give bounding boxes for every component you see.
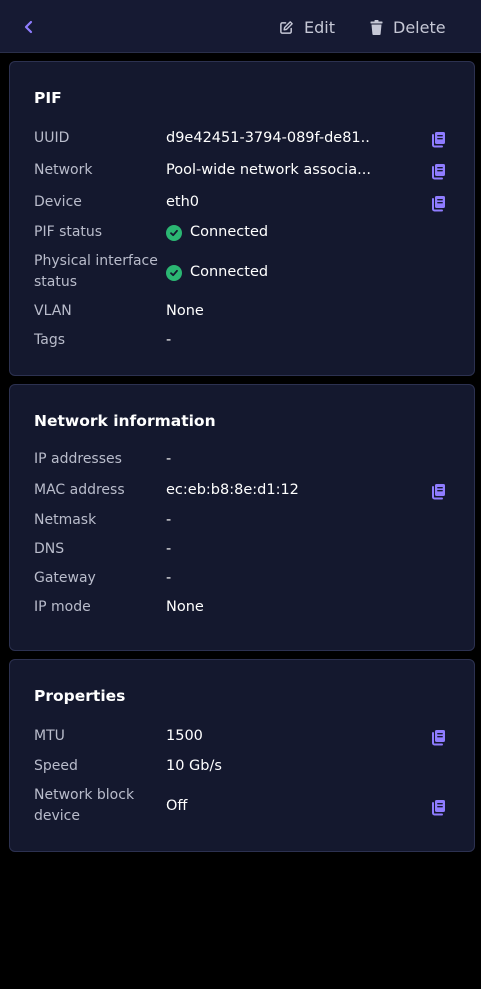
physical-interface-status-value: Connected — [166, 262, 371, 283]
delete-label: Delete — [393, 17, 446, 37]
properties-card: Properties MTU 1500 Speed 10 Gb/s Networ… — [9, 659, 475, 852]
pif-status-value: Connected — [166, 222, 371, 243]
back-button[interactable] — [18, 16, 40, 38]
netmask-label: Netmask — [34, 512, 97, 528]
mtu-label: MTU — [34, 728, 65, 744]
check-circle-icon — [166, 264, 182, 281]
pif-status-label: PIF status — [34, 224, 103, 240]
copy-network-block-device-button[interactable] — [429, 798, 447, 816]
physical-interface-status-text: Connected — [190, 264, 269, 280]
network-information-card: Network information IP addresses - MAC a… — [9, 384, 475, 651]
copy-mac-address-button[interactable] — [429, 482, 447, 500]
mtu-value: 1500 — [166, 728, 203, 744]
gateway-label: Gateway — [34, 570, 96, 586]
chevron-left-icon — [24, 20, 33, 34]
edit-button[interactable]: Edit — [279, 15, 335, 39]
properties-title: Properties — [34, 687, 126, 705]
delete-button[interactable]: Delete — [370, 15, 446, 39]
network-value: Pool-wide network associa... — [166, 162, 371, 178]
ip-mode-label: IP mode — [34, 599, 91, 615]
netmask-value: - — [166, 512, 172, 528]
ip-addresses-label: IP addresses — [34, 451, 122, 467]
copy-icon — [432, 729, 445, 745]
check-circle-icon — [166, 224, 182, 241]
pif-status-text: Connected — [190, 224, 269, 240]
edit-label: Edit — [304, 17, 335, 37]
device-value: eth0 — [166, 194, 200, 210]
mac-address-label: MAC address — [34, 482, 125, 498]
copy-icon — [432, 131, 445, 147]
trash-icon — [370, 19, 383, 35]
network-block-device-label: Network block device — [34, 787, 135, 824]
speed-value: 10 Gb/s — [166, 758, 222, 774]
copy-icon — [432, 195, 445, 211]
copy-icon — [432, 163, 445, 179]
copy-uuid-button[interactable] — [429, 130, 447, 148]
pif-title: PIF — [34, 89, 62, 107]
pif-card: PIF UUID d9e42451-3794-089f-de81... Netw… — [9, 61, 475, 376]
copy-icon — [432, 799, 445, 815]
tags-value: - — [166, 332, 172, 348]
copy-icon — [432, 483, 445, 499]
copy-mtu-button[interactable] — [429, 728, 447, 746]
speed-label: Speed — [34, 758, 78, 774]
network-label: Network — [34, 162, 93, 178]
network-information-title: Network information — [34, 412, 216, 430]
physical-interface-status-label: Physical interface status — [34, 253, 158, 290]
gateway-value: - — [166, 570, 172, 586]
vlan-value: None — [166, 303, 204, 319]
uuid-label: UUID — [34, 130, 70, 146]
dns-value: - — [166, 541, 172, 557]
network-block-device-value: Off — [166, 798, 188, 814]
ip-mode-value: None — [166, 599, 204, 615]
device-label: Device — [34, 194, 82, 210]
vlan-label: VLAN — [34, 303, 72, 319]
uuid-value: d9e42451-3794-089f-de81... — [166, 130, 371, 146]
top-bar: Edit Delete — [0, 0, 481, 53]
pencil-square-icon — [280, 20, 293, 34]
copy-network-button[interactable] — [429, 162, 447, 180]
tags-label: Tags — [34, 332, 65, 348]
copy-device-button[interactable] — [429, 194, 447, 212]
mac-address-value: ec:eb:b8:8e:d1:12 — [166, 482, 299, 498]
ip-addresses-value: - — [166, 451, 172, 467]
dns-label: DNS — [34, 541, 65, 557]
